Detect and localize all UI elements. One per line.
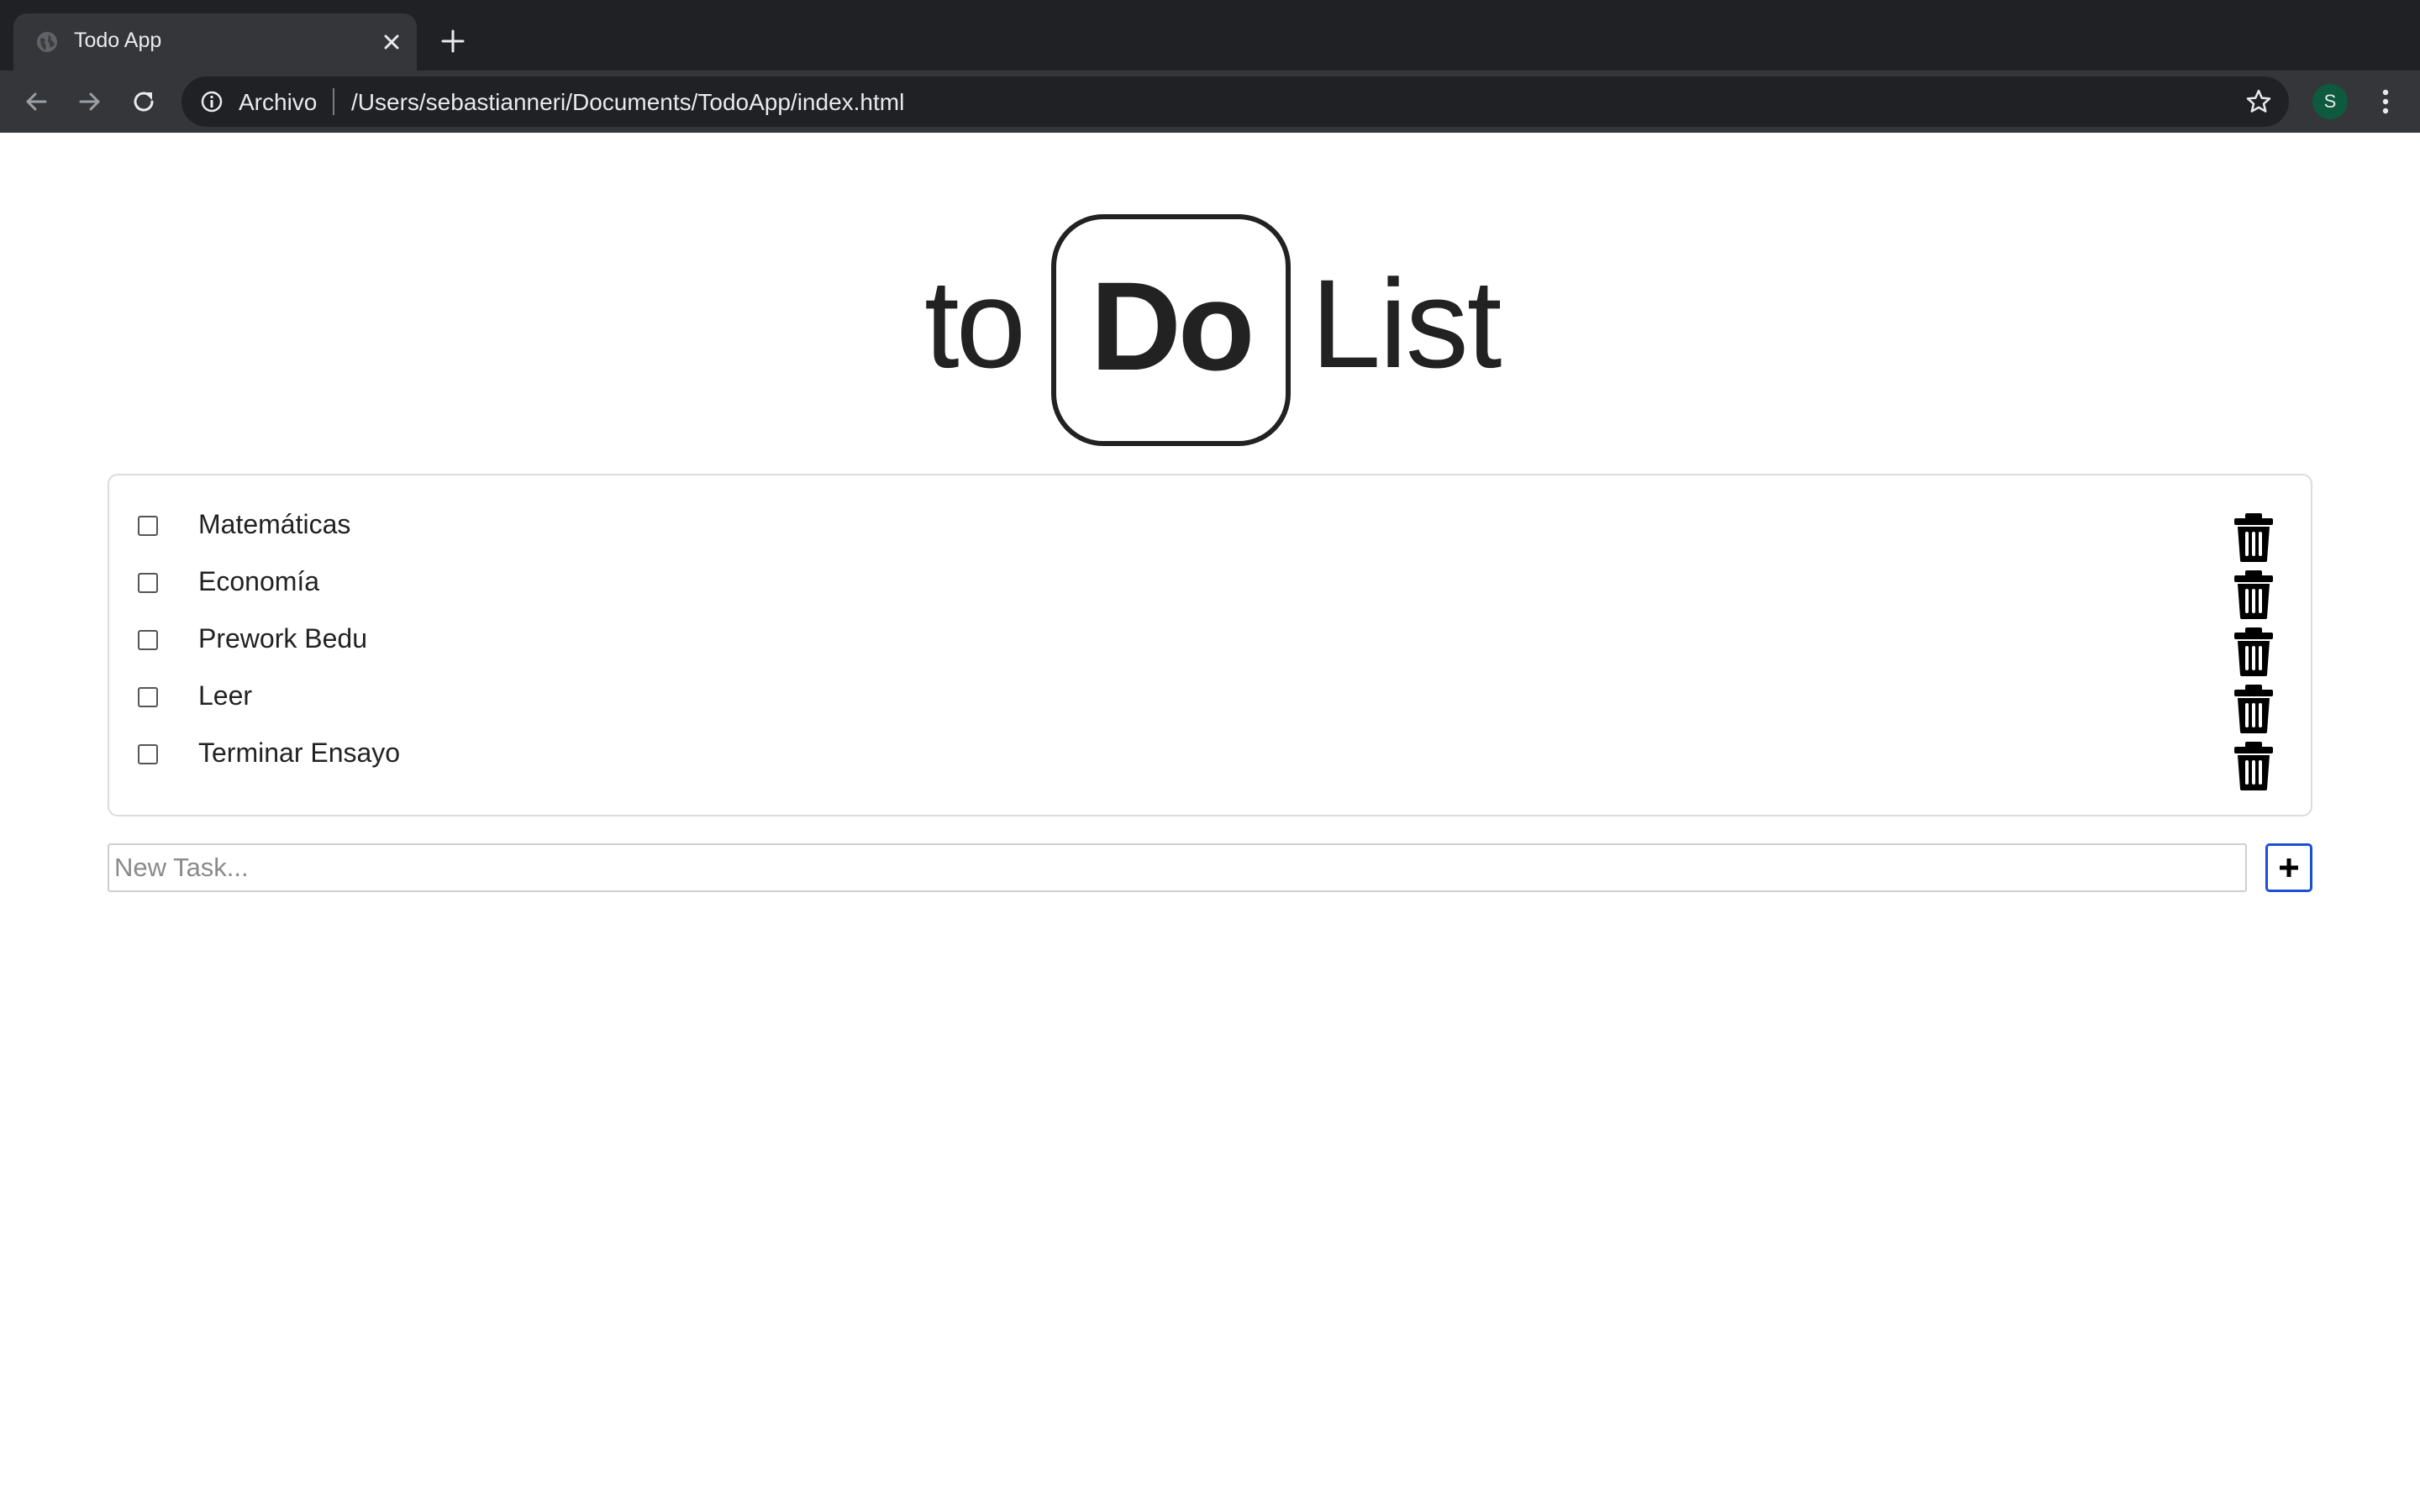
plus-icon[interactable]: [439, 27, 467, 55]
task-row: Terminar Ensayo: [109, 729, 2311, 790]
kebab-menu-icon[interactable]: [2370, 86, 2402, 118]
tab-todo-app[interactable]: Todo App: [13, 13, 417, 71]
globe-icon: [37, 32, 57, 52]
browser-toolbar: Archivo /Users/sebastianneri/Documents/T…: [0, 71, 2420, 133]
tab-title: Todo App: [74, 29, 162, 52]
logo-do-box: Do: [1051, 214, 1291, 446]
task-label: Leer: [198, 680, 253, 711]
task-row: Economía: [109, 558, 2311, 619]
task-label: Terminar Ensayo: [198, 738, 401, 768]
forward-arrow-icon[interactable]: [74, 86, 106, 118]
task-row: Prework Bedu: [109, 615, 2311, 676]
task-label: Matemáticas: [198, 509, 351, 539]
task-checkbox[interactable]: [138, 573, 158, 593]
profile-avatar[interactable]: S: [2312, 84, 2348, 119]
trash-icon[interactable]: [2232, 684, 2275, 734]
plus-icon: [2280, 858, 2298, 877]
task-label: Prework Bedu: [198, 623, 367, 654]
tab-strip: Todo App: [0, 0, 2420, 71]
logo-list: List: [1311, 253, 1502, 394]
task-checkbox[interactable]: [138, 630, 158, 650]
new-task-input[interactable]: [108, 843, 2247, 892]
task-list: Matemáticas Economía Prework Bedu Leer T…: [108, 474, 2312, 816]
reload-icon[interactable]: [128, 86, 160, 118]
back-arrow-icon[interactable]: [20, 86, 52, 118]
address-url[interactable]: /Users/sebastianneri/Documents/TodoApp/i…: [351, 89, 904, 116]
address-bar[interactable]: Archivo /Users/sebastianneri/Documents/T…: [182, 76, 2289, 127]
trash-icon[interactable]: [2232, 627, 2275, 677]
browser-chrome: Todo App Archivo /Users/sebastianneri/Do…: [0, 0, 2420, 133]
task-checkbox[interactable]: [138, 516, 158, 536]
close-icon[interactable]: [378, 29, 405, 55]
address-separator: [333, 88, 334, 115]
add-task-button[interactable]: [2265, 843, 2312, 892]
trash-icon[interactable]: [2232, 512, 2275, 563]
todo-logo: to Do List: [916, 210, 1521, 454]
task-checkbox[interactable]: [138, 744, 158, 764]
task-row: Leer: [109, 672, 2311, 733]
trash-icon[interactable]: [2232, 741, 2275, 791]
address-scheme-label: Archivo: [239, 89, 318, 115]
task-label: Economía: [198, 566, 320, 596]
logo-to: to: [924, 253, 1026, 394]
task-row: Matemáticas: [109, 501, 2311, 562]
info-icon[interactable]: [200, 90, 224, 113]
logo-do: Do: [1090, 255, 1255, 396]
task-checkbox[interactable]: [138, 687, 158, 707]
star-icon[interactable]: [2245, 88, 2272, 115]
trash-icon[interactable]: [2232, 570, 2275, 620]
